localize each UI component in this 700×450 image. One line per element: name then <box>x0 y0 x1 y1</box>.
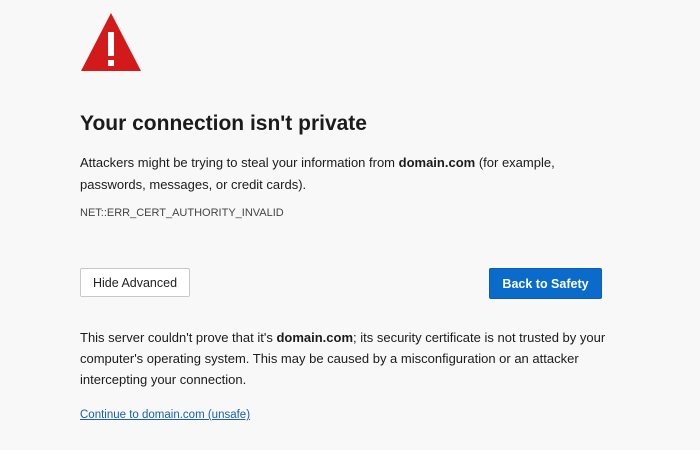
advanced-details: This server couldn't prove that it's dom… <box>80 327 620 390</box>
page-title: Your connection isn't private <box>80 112 367 135</box>
description-prefix: Attackers might be trying to steal your … <box>80 155 399 170</box>
advanced-domain: domain.com <box>276 330 354 345</box>
hide-advanced-button[interactable]: Hide Advanced <box>80 268 190 297</box>
warning-description: Attackers might be trying to steal your … <box>80 152 580 196</box>
warning-triangle-icon <box>81 13 141 71</box>
advanced-prefix: This server couldn't prove that it's <box>80 330 277 345</box>
error-page: Your connection isn't private Attackers … <box>0 0 700 450</box>
error-code: NET::ERR_CERT_AUTHORITY_INVALID <box>80 207 284 219</box>
description-domain: domain.com <box>398 155 476 170</box>
continue-unsafe-link[interactable]: Continue to domain.com (unsafe) <box>80 409 250 421</box>
back-to-safety-button[interactable]: Back to Safety <box>489 268 602 299</box>
